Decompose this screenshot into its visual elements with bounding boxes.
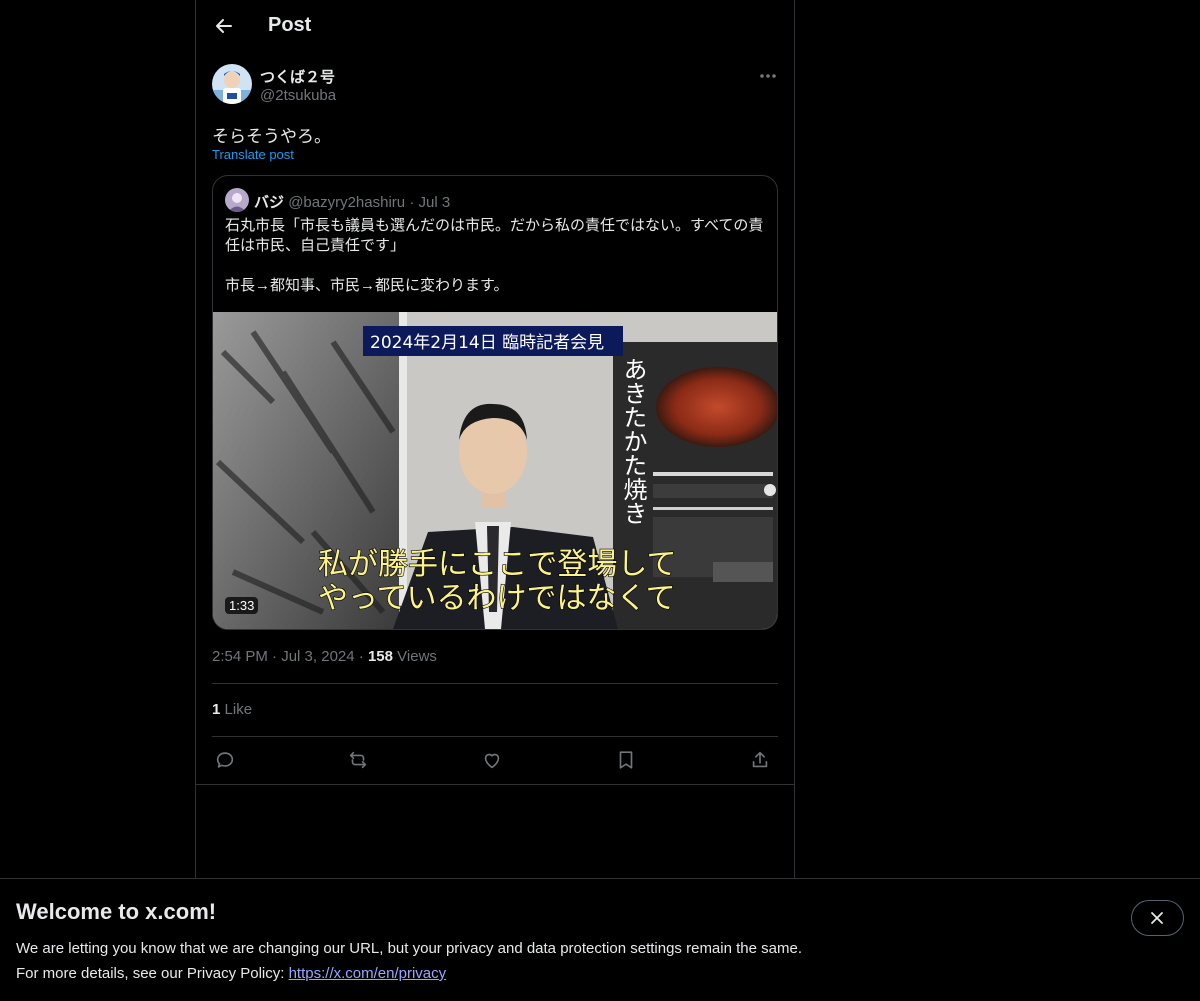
poster-text: あきたかた焼き bbox=[619, 357, 647, 525]
quoted-avatar bbox=[225, 188, 249, 212]
banner-line-2-prefix: For more details, see our Privacy Policy… bbox=[16, 965, 289, 982]
author-handle[interactable]: @2tsukuba bbox=[260, 87, 336, 104]
arrow-left-icon bbox=[216, 19, 232, 33]
quoted-text: 石丸市長「市長も議員も選んだのは市民。だから私の責任ではない。すべての責任は市民… bbox=[225, 217, 764, 294]
more-horizontal-icon bbox=[760, 74, 776, 78]
post-meta: 2:54 PM · Jul 3, 2024 · 158 Views bbox=[212, 648, 437, 665]
translate-post-link[interactable]: Translate post bbox=[212, 147, 294, 162]
views-label: Views bbox=[397, 648, 437, 665]
post-date[interactable]: Jul 3, 2024 bbox=[281, 648, 354, 665]
reply-icon bbox=[216, 752, 234, 768]
divider bbox=[196, 784, 794, 785]
like-button[interactable] bbox=[479, 747, 505, 773]
separator-dot: · bbox=[272, 648, 278, 665]
post-text: そらそうやろ。 bbox=[212, 127, 331, 146]
likes-label: Like bbox=[224, 701, 253, 718]
privacy-policy-link[interactable]: https://x.com/en/privacy bbox=[289, 965, 447, 982]
more-button[interactable] bbox=[758, 66, 778, 86]
banner-line-1: We are letting you know that we are chan… bbox=[16, 940, 802, 957]
video-player[interactable]: あきたかた焼き 2024年2月14日 臨時記者会見 私が勝手にここで登場して や… bbox=[213, 312, 777, 629]
share-icon bbox=[752, 751, 768, 768]
video-caption: 2024年2月14日 臨時記者会見 bbox=[370, 333, 604, 353]
separator-dot: · bbox=[409, 194, 415, 211]
likes-count-link[interactable]: 1 Like bbox=[212, 701, 252, 718]
reply-button[interactable] bbox=[212, 747, 238, 773]
post-time[interactable]: 2:54 PM bbox=[212, 648, 268, 665]
close-icon bbox=[1151, 912, 1163, 924]
page-title: Post bbox=[268, 14, 312, 36]
action-bar bbox=[212, 747, 778, 773]
quoted-author-handle: @bazyry2hashiru bbox=[288, 194, 406, 211]
post-header: Post bbox=[196, 0, 794, 53]
bookmark-icon bbox=[619, 751, 633, 769]
views-count: 158 bbox=[367, 648, 393, 665]
author-name[interactable]: つくば２号 bbox=[260, 66, 335, 87]
divider bbox=[212, 683, 778, 684]
quoted-author-name: バジ bbox=[254, 194, 285, 211]
quoted-header: バジ @bazyry2hashiru · Jul 3 bbox=[254, 191, 450, 212]
quoted-date: Jul 3 bbox=[418, 194, 451, 211]
primary-column: Post つくば２号 @2tsukuba そらそうやろ。 Translate p… bbox=[195, 0, 795, 1000]
banner-title: Welcome to x.com! bbox=[16, 899, 217, 924]
subtitle-line-1: 私が勝手にここで登場して bbox=[318, 547, 677, 582]
like-icon bbox=[484, 753, 500, 769]
welcome-banner: Welcome to x.com! We are letting you kno… bbox=[0, 878, 1200, 1001]
separator-dot: · bbox=[358, 648, 364, 665]
quoted-post[interactable]: バジ @bazyry2hashiru · Jul 3 石丸市長「市長も議員も選ん… bbox=[212, 175, 778, 630]
video-duration: 1:33 bbox=[225, 597, 259, 614]
banner-line-2: For more details, see our Privacy Policy… bbox=[16, 961, 802, 986]
repost-button[interactable] bbox=[345, 747, 371, 773]
likes-count: 1 bbox=[212, 701, 221, 718]
divider bbox=[212, 736, 778, 737]
banner-text: We are letting you know that we are chan… bbox=[16, 936, 802, 986]
back-button[interactable] bbox=[212, 14, 236, 38]
subtitle-line-2: やっているわけではなくて bbox=[318, 581, 676, 616]
avatar[interactable] bbox=[212, 64, 252, 104]
bookmark-button[interactable] bbox=[613, 747, 639, 773]
close-banner-button[interactable] bbox=[1131, 900, 1184, 936]
share-button[interactable] bbox=[747, 747, 773, 773]
repost-icon bbox=[349, 751, 367, 769]
